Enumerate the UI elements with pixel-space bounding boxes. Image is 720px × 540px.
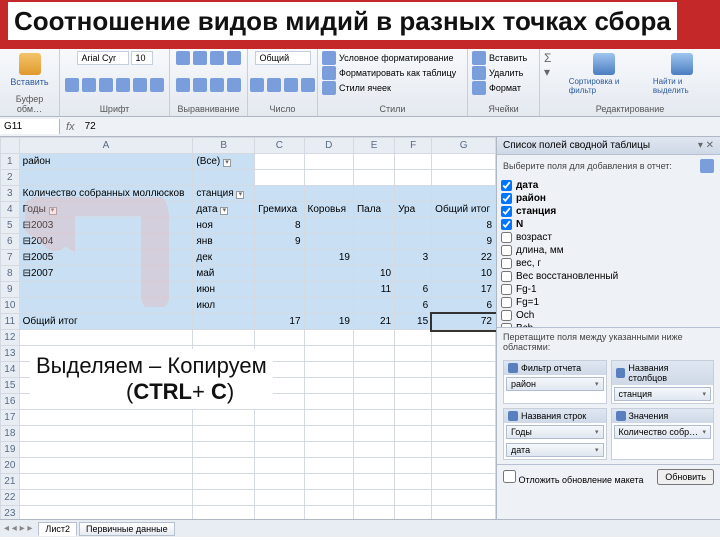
pill-filter: район▾ bbox=[506, 377, 604, 391]
defer-update-checkbox[interactable]: Отложить обновление макета bbox=[503, 470, 644, 485]
excel-window: Вставить Буфер обм… Arial Cyr 10 Шрифт В… bbox=[0, 49, 720, 537]
fill-color-icon[interactable] bbox=[133, 78, 147, 92]
paste-button[interactable]: Вставить bbox=[6, 51, 52, 89]
currency-icon[interactable] bbox=[250, 78, 264, 92]
find-icon bbox=[671, 53, 693, 75]
sheet-tab-1[interactable]: Лист2 bbox=[38, 522, 77, 536]
align-br-icon[interactable] bbox=[210, 78, 224, 92]
field-pane-title: Список полей сводной таблицы bbox=[503, 140, 650, 151]
date-dropdown-icon[interactable]: ▾ bbox=[220, 207, 228, 215]
styles-icon bbox=[322, 81, 336, 95]
pill-row-1: дата▾ bbox=[506, 443, 604, 457]
annotation-text: Выделяем – Копируем (CTRL+ C) bbox=[30, 349, 273, 409]
format-cells-button[interactable]: Формат bbox=[472, 81, 521, 95]
field-list-item[interactable]: Вес восстановленный bbox=[501, 270, 716, 283]
pivot-field-pane: Список полей сводной таблицы ▾ ✕ Выберит… bbox=[496, 137, 720, 519]
sigma-icon bbox=[616, 411, 626, 421]
field-list-item[interactable]: район bbox=[501, 192, 716, 205]
sort-filter-button[interactable]: Сортировка и фильтр bbox=[565, 51, 643, 97]
status-bar: ◂ ◂ ▸ ▸ Лист2 Первичные данные bbox=[0, 519, 720, 537]
bold-icon[interactable] bbox=[65, 78, 79, 92]
filter-icon bbox=[508, 363, 518, 373]
field-list-item[interactable]: длина, мм bbox=[501, 244, 716, 257]
ribbon: Вставить Буфер обм… Arial Cyr 10 Шрифт В… bbox=[0, 49, 720, 117]
drop-column-labels[interactable]: Названия столбцов станция▾ bbox=[611, 360, 715, 404]
field-list-item[interactable]: вес, г bbox=[501, 257, 716, 270]
cond-format-button[interactable]: Условное форматирование bbox=[322, 51, 454, 65]
cell-styles-button[interactable]: Стили ячеек bbox=[322, 81, 391, 95]
field-list-item[interactable]: станция bbox=[501, 205, 716, 218]
drop-report-filter[interactable]: Фильтр отчета район▾ bbox=[503, 360, 607, 404]
filter-dropdown-icon[interactable]: ▾ bbox=[223, 159, 231, 167]
percent-icon[interactable] bbox=[267, 78, 281, 92]
delete-icon bbox=[472, 66, 486, 80]
insert-cells-button[interactable]: Вставить bbox=[472, 51, 527, 65]
find-select-button[interactable]: Найти и выделить bbox=[649, 51, 716, 97]
underline-icon[interactable] bbox=[99, 78, 113, 92]
field-list[interactable]: датарайонстанцияNвозрастдлина, ммвес, гВ… bbox=[497, 177, 720, 327]
slide-title: Соотношение видов мидий в разных точках … bbox=[8, 2, 677, 40]
align-tr-icon[interactable] bbox=[210, 51, 224, 65]
merge-icon[interactable] bbox=[227, 78, 241, 92]
formula-value[interactable]: 72 bbox=[81, 119, 100, 134]
align-tl-icon[interactable] bbox=[176, 51, 190, 65]
field-list-item[interactable]: возраст bbox=[501, 231, 716, 244]
cond-format-icon bbox=[322, 51, 336, 65]
worksheet[interactable]: A B C D E F G 1район(Все) ▾ 2 3Количеств… bbox=[0, 137, 496, 519]
align-tc-icon[interactable] bbox=[193, 51, 207, 65]
font-size-select[interactable]: 10 bbox=[131, 51, 153, 65]
columns-icon bbox=[616, 368, 626, 378]
number-format-select[interactable]: Общий bbox=[255, 51, 311, 65]
table-icon bbox=[322, 66, 336, 80]
wrap-icon[interactable] bbox=[227, 51, 241, 65]
insert-icon bbox=[472, 51, 486, 65]
align-bc-icon[interactable] bbox=[193, 78, 207, 92]
grid[interactable]: A B C D E F G 1район(Все) ▾ 2 3Количеств… bbox=[0, 137, 496, 519]
formula-bar: G11 fx 72 bbox=[0, 117, 720, 137]
col-dropdown-icon[interactable]: ▾ bbox=[236, 191, 244, 199]
pill-val: Количество собр…▾ bbox=[614, 425, 712, 439]
drop-row-labels[interactable]: Названия строк Годы▾ дата▾ bbox=[503, 408, 607, 460]
fx-icon[interactable]: fx bbox=[60, 121, 81, 133]
field-list-item[interactable]: дата bbox=[501, 179, 716, 192]
inc-dec-icon[interactable] bbox=[301, 78, 315, 92]
field-list-item[interactable]: Och bbox=[501, 309, 716, 322]
sheet-tab-2[interactable]: Первичные данные bbox=[79, 522, 175, 536]
rows-icon bbox=[508, 411, 518, 421]
close-icon[interactable]: ▾ ✕ bbox=[698, 140, 714, 151]
update-button[interactable]: Обновить bbox=[657, 469, 714, 485]
pill-col: станция▾ bbox=[614, 387, 712, 401]
layout-icon[interactable] bbox=[700, 159, 714, 173]
pill-row-0: Годы▾ bbox=[506, 425, 604, 439]
field-list-item[interactable]: N bbox=[501, 218, 716, 231]
slide-title-band: Соотношение видов мидий в разных точках … bbox=[0, 0, 720, 49]
font-color-icon[interactable] bbox=[150, 78, 164, 92]
align-bl-icon[interactable] bbox=[176, 78, 190, 92]
name-box[interactable]: G11 bbox=[0, 119, 60, 134]
paste-icon bbox=[19, 53, 41, 75]
field-list-item[interactable]: Fg=1 bbox=[501, 296, 716, 309]
drop-values[interactable]: Значения Количество собр…▾ bbox=[611, 408, 715, 460]
format-table-button[interactable]: Форматировать как таблицу bbox=[322, 66, 456, 80]
row-dropdown-icon[interactable]: ▾ bbox=[49, 207, 57, 215]
field-list-item[interactable]: Fg-1 bbox=[501, 283, 716, 296]
border-icon[interactable] bbox=[116, 78, 130, 92]
italic-icon[interactable] bbox=[82, 78, 96, 92]
format-icon bbox=[472, 81, 486, 95]
comma-icon[interactable] bbox=[284, 78, 298, 92]
sort-icon bbox=[593, 53, 615, 75]
font-name-select[interactable]: Arial Cyr bbox=[77, 51, 129, 65]
delete-cells-button[interactable]: Удалить bbox=[472, 66, 523, 80]
